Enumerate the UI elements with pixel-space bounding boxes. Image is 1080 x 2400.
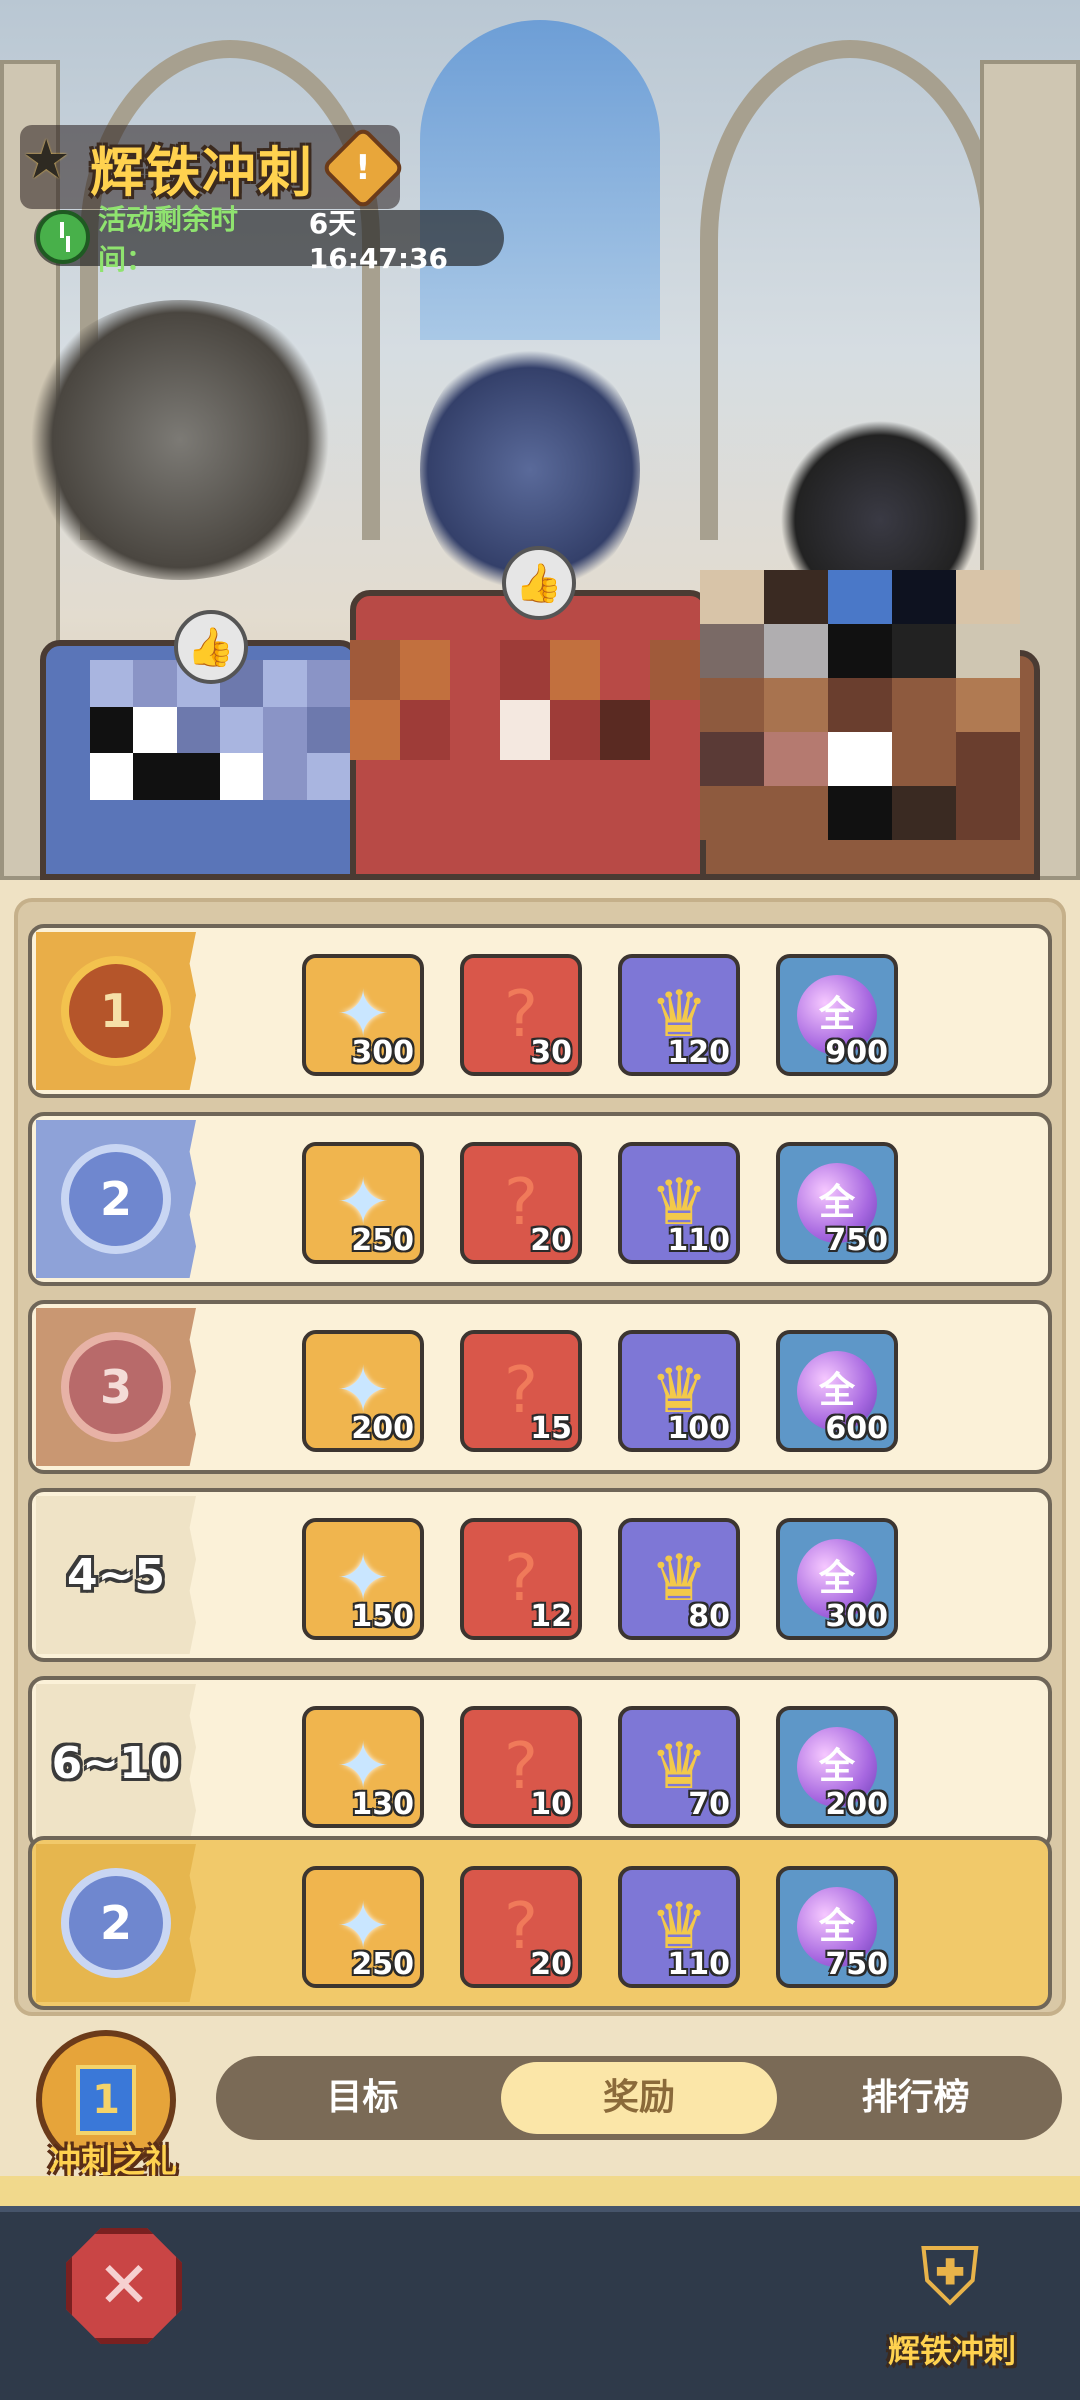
orb-reward[interactable]: 全 600: [776, 1330, 898, 1452]
puzzle-reward[interactable]: ? 15: [460, 1330, 582, 1452]
reward-items: ✦ 250 ? 20 ♛ 110 全 750: [302, 1142, 898, 1264]
reward-quantity: 110: [667, 1947, 730, 1982]
dragon-character[interactable]: [20, 300, 340, 580]
tab-rewards[interactable]: 奖励: [500, 2062, 778, 2134]
reward-quantity: 120: [667, 1035, 730, 1070]
star-icon: ★: [22, 128, 71, 191]
reward-quantity: 130: [351, 1787, 414, 1822]
crystal-reward[interactable]: ✦ 130: [302, 1706, 424, 1828]
rank-medal-icon: 3: [61, 1332, 171, 1442]
reward-quantity: 15: [530, 1411, 572, 1446]
rank-medal-icon: 1: [61, 956, 171, 1066]
like-icon[interactable]: 👍: [174, 610, 248, 684]
reward-quantity: 150: [351, 1599, 414, 1634]
crystal-reward[interactable]: ✦ 200: [302, 1330, 424, 1452]
tab-goals[interactable]: 目标: [224, 2062, 501, 2134]
crystal-reward[interactable]: ✦ 150: [302, 1518, 424, 1640]
reward-quantity: 12: [530, 1599, 572, 1634]
sword-shield-icon[interactable]: ⛨: [900, 2222, 1000, 2332]
rank-label: 4~5: [66, 1549, 166, 1601]
reward-quantity: 300: [825, 1599, 888, 1634]
reward-quantity: 600: [825, 1411, 888, 1446]
timer-label: 活动剩余时间：: [98, 203, 239, 276]
ticket-reward[interactable]: ♛ 120: [618, 954, 740, 1076]
ticket-reward[interactable]: ♛ 70: [618, 1706, 740, 1828]
rank-badge: 4~5: [36, 1496, 196, 1654]
pixelated-player-name: [350, 640, 700, 760]
reward-quantity: 200: [825, 1787, 888, 1822]
reward-quantity: 250: [351, 1947, 414, 1982]
rank-badge: 6~10: [36, 1684, 196, 1842]
trophy-flag-icon: 1: [76, 2065, 136, 2135]
ticket-reward[interactable]: ♛ 100: [618, 1330, 740, 1452]
reward-quantity: 80: [688, 1599, 730, 1634]
bottom-decoration: [0, 2176, 1080, 2206]
reward-quantity: 20: [530, 1947, 572, 1982]
timer-value: 6天 16:47:36: [308, 206, 449, 275]
clock-icon: [36, 210, 90, 264]
reward-row: 4~5 ✦ 150 ? 12 ♛ 80 全 300: [28, 1488, 1052, 1662]
crystal-reward[interactable]: ✦ 300: [302, 954, 424, 1076]
orb-reward[interactable]: 全 300: [776, 1518, 898, 1640]
puzzle-reward[interactable]: ? 20: [460, 1866, 582, 1988]
reward-quantity: 750: [825, 1223, 888, 1258]
orb-reward[interactable]: 全 200: [776, 1706, 898, 1828]
reward-quantity: 900: [825, 1035, 888, 1070]
reward-quantity: 100: [667, 1411, 730, 1446]
reward-quantity: 300: [351, 1035, 414, 1070]
reward-items: ✦ 300 ? 30 ♛ 120 全 900: [302, 954, 898, 1076]
event-timer: 活动剩余时间： 6天 16:47:36: [34, 203, 504, 276]
reward-row: 1 ✦ 300 ? 30 ♛ 120 全 900: [28, 924, 1052, 1098]
reward-quantity: 110: [667, 1223, 730, 1258]
rank-label: 6~10: [51, 1737, 181, 1789]
rank-badge: 2: [36, 1120, 196, 1278]
reward-row: 2 ✦ 250 ? 20 ♛ 110 全 750: [28, 1112, 1052, 1286]
puzzle-reward[interactable]: ? 10: [460, 1706, 582, 1828]
rank-badge: 1: [36, 932, 196, 1090]
ticket-reward[interactable]: ♛ 110: [618, 1866, 740, 1988]
tab-leaderboard[interactable]: 排行榜: [777, 2062, 1054, 2134]
reward-items: ✦ 250 ? 20 ♛ 110 全 750: [302, 1866, 898, 1988]
orb-reward[interactable]: 全 900: [776, 954, 898, 1076]
tab-bar: 目标 奖励 排行榜: [216, 2056, 1062, 2140]
reward-quantity: 20: [530, 1223, 572, 1258]
ticket-reward[interactable]: ♛ 80: [618, 1518, 740, 1640]
puzzle-reward[interactable]: ? 30: [460, 954, 582, 1076]
reward-quantity: 70: [688, 1787, 730, 1822]
orb-reward[interactable]: 全 750: [776, 1866, 898, 1988]
rank-badge: 3: [36, 1308, 196, 1466]
reward-items: ✦ 130 ? 10 ♛ 70 全 200: [302, 1706, 898, 1828]
orb-reward[interactable]: 全 750: [776, 1142, 898, 1264]
crystal-reward[interactable]: ✦ 250: [302, 1866, 424, 1988]
reward-quantity: 30: [530, 1035, 572, 1070]
reward-row: 6~10 ✦ 130 ? 10 ♛ 70 全 200: [28, 1676, 1052, 1850]
like-icon[interactable]: 👍: [502, 546, 576, 620]
my-reward-row: 2 ✦ 250 ? 20 ♛ 110 全 750: [28, 1836, 1052, 2010]
rank-medal-icon: 2: [61, 1868, 171, 1978]
reward-quantity: 200: [351, 1411, 414, 1446]
rank-medal-icon: 2: [61, 1144, 171, 1254]
reward-quantity: 250: [351, 1223, 414, 1258]
reward-items: ✦ 200 ? 15 ♛ 100 全 600: [302, 1330, 898, 1452]
crystal-reward[interactable]: ✦ 250: [302, 1142, 424, 1264]
ticket-reward[interactable]: ♛ 110: [618, 1142, 740, 1264]
puzzle-reward[interactable]: ? 20: [460, 1142, 582, 1264]
background-window: [420, 20, 660, 340]
reward-items: ✦ 150 ? 12 ♛ 80 全 300: [302, 1518, 898, 1640]
puzzle-reward[interactable]: ? 12: [460, 1518, 582, 1640]
mode-label: 辉铁冲刺: [887, 2332, 1016, 2370]
rank-badge: 2: [36, 1844, 196, 2002]
event-title: 辉铁冲刺: [90, 140, 314, 204]
pixelated-player-name: [700, 570, 1020, 840]
reward-row: 3 ✦ 200 ? 15 ♛ 100 全 600: [28, 1300, 1052, 1474]
reward-quantity: 750: [825, 1947, 888, 1982]
reward-quantity: 10: [530, 1787, 572, 1822]
